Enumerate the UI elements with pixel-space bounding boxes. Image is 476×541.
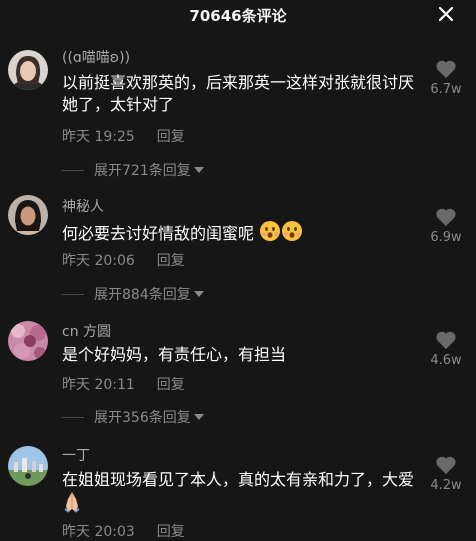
expand-replies-label: 展开356条回复 [94,410,191,426]
heart-icon [426,455,466,475]
like-count: 4.2w [430,478,462,493]
comment-text: 是个好妈妈，有责任心，有担当 [62,345,287,364]
heart-icon [426,207,466,227]
like-count: 4.6w [430,353,462,368]
divider-line [62,169,84,171]
comment-text-content: 在姐姐现场看见了本人，真的太有亲和力了，大爱 [62,470,415,489]
comments-header: 70646条评论 [0,0,476,28]
reply-button[interactable]: 回复 [157,129,185,145]
reply-button[interactable]: 回复 [157,524,185,540]
comment-username[interactable]: ((ɑ喵喵ʚ)) [62,47,130,67]
like-button[interactable]: 4.6w [426,330,466,368]
hushed-face-emoji [259,220,281,248]
like-count: 6.7w [430,82,462,97]
avatar[interactable] [8,50,48,90]
heart-icon [426,59,466,79]
comment-meta: 昨天 20:06 回复 [62,250,185,270]
comment-time: 昨天 20:06 [62,253,135,269]
pray-hands-emoji [62,491,82,519]
chevron-down-icon [193,286,204,302]
heart-icon [426,330,466,350]
comment-username[interactable]: cn 方圆 [62,321,111,341]
reply-button[interactable]: 回复 [157,253,185,269]
reply-button[interactable]: 回复 [157,377,185,393]
close-icon[interactable] [432,0,460,28]
avatar[interactable] [8,446,48,486]
expand-replies-button[interactable]: 展开884条回复 [62,284,204,304]
comment-meta: 昨天 20:03 回复 [62,521,185,541]
like-button[interactable]: 4.2w [426,455,466,493]
chevron-down-icon [193,162,204,178]
comment-text-content: 何必要去讨好情敌的闺蜜呢 [62,224,255,243]
comment-time: 昨天 19:25 [62,129,135,145]
comment-time: 昨天 20:11 [62,377,135,393]
comment-count-title: 70646条评论 [189,7,287,25]
comment-text: 何必要去讨好情敌的闺蜜呢 [62,220,424,248]
comment-text: 以前挺喜欢那英的，后来那英一这样对张就很讨厌她了，太针对了 [62,73,415,114]
comment-username[interactable]: 神秘人 [62,196,104,216]
like-count: 6.9w [430,230,462,245]
divider-line [62,293,84,295]
hushed-face-emoji [281,220,303,248]
comment-text: 在姐姐现场看见了本人，真的太有亲和力了，大爱 [62,469,424,519]
expand-replies-label: 展开884条回复 [94,287,191,303]
like-button[interactable]: 6.7w [426,59,466,97]
divider-line [62,416,84,418]
avatar[interactable] [8,321,48,361]
avatar[interactable] [8,195,48,235]
expand-replies-button[interactable]: 展开721条回复 [62,160,204,180]
comment-username[interactable]: 一丁 [62,445,90,465]
like-button[interactable]: 6.9w [426,207,466,245]
comment-meta: 昨天 19:25 回复 [62,126,185,146]
chevron-down-icon [193,409,204,425]
expand-replies-button[interactable]: 展开356条回复 [62,407,204,427]
comment-time: 昨天 20:03 [62,524,135,540]
expand-replies-label: 展开721条回复 [94,163,191,179]
comment-meta: 昨天 20:11 回复 [62,374,185,394]
